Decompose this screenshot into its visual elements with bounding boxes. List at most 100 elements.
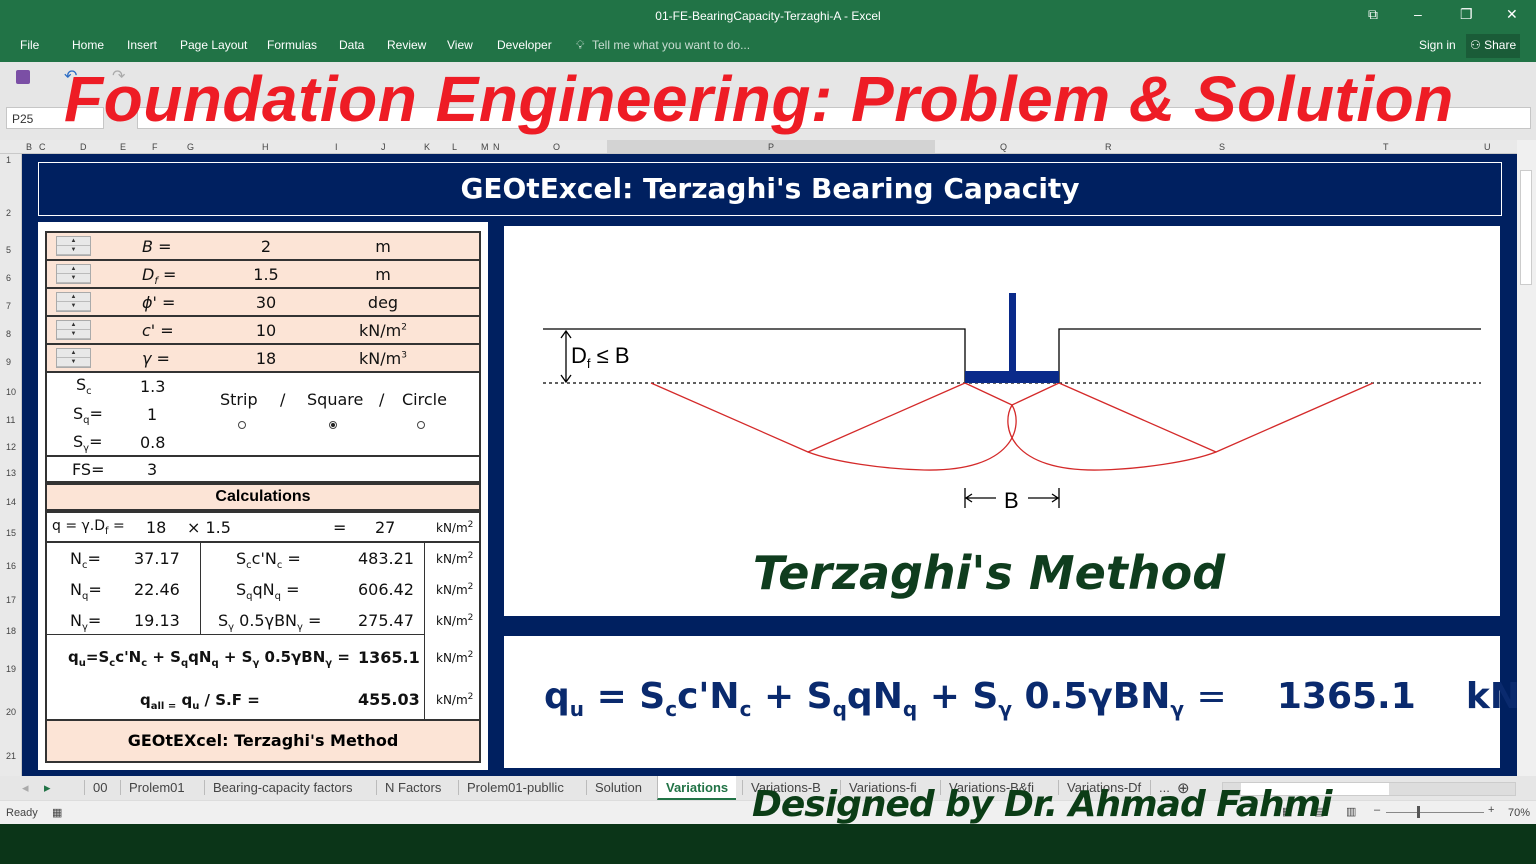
spin-up-icon[interactable]: ▲ (57, 349, 90, 358)
spin-down-icon[interactable]: ▼ (57, 274, 90, 283)
sign-in-link[interactable]: Sign in (1419, 38, 1456, 52)
tab-review[interactable]: Review (387, 38, 426, 52)
column-header[interactable]: B (26, 142, 32, 152)
column-header[interactable]: N (493, 142, 500, 152)
column-header[interactable]: G (187, 142, 194, 152)
column-header[interactable]: T (1383, 142, 1389, 152)
column-header[interactable]: J (381, 142, 386, 152)
spin-down-icon[interactable]: ▼ (57, 358, 90, 367)
row-header[interactable]: 21 (6, 751, 16, 761)
option-strip: Strip (220, 390, 258, 409)
row-header[interactable]: 12 (6, 442, 16, 452)
row-header[interactable]: 1 (6, 155, 11, 165)
column-header[interactable]: I (335, 142, 338, 152)
tab-insert[interactable]: Insert (127, 38, 157, 52)
fs-value[interactable]: 3 (147, 460, 157, 479)
spin-up-icon[interactable]: ▲ (57, 265, 90, 274)
close-button[interactable]: ✕ (1506, 6, 1518, 23)
maximize-button[interactable]: ❐ (1460, 6, 1473, 23)
column-header[interactable]: S (1219, 142, 1225, 152)
input-value[interactable]: 18 (238, 349, 294, 368)
spin-down-icon[interactable]: ▼ (57, 330, 90, 339)
radio-square[interactable] (329, 421, 337, 429)
row-header[interactable]: 14 (6, 497, 16, 507)
scroll-thumb[interactable] (1520, 170, 1532, 285)
row-header[interactable]: 20 (6, 707, 16, 717)
vertical-scrollbar[interactable] (1517, 140, 1536, 776)
zoom-level[interactable]: 70% (1508, 807, 1530, 819)
column-header[interactable]: L (452, 142, 457, 152)
sheet-tab[interactable]: Prolem01 (120, 780, 193, 795)
spin-button[interactable]: ▲ ▼ (56, 348, 91, 368)
tab-developer[interactable]: Developer (497, 38, 552, 52)
row-header[interactable]: 6 (6, 273, 11, 283)
share-button[interactable]: ⚇ Share (1466, 34, 1521, 58)
tab-scroll-right-icon[interactable]: ▸ (44, 780, 51, 796)
spin-up-icon[interactable]: ▲ (57, 321, 90, 330)
row-header[interactable]: 17 (6, 595, 16, 605)
spin-button[interactable]: ▲ ▼ (56, 320, 91, 340)
row-header[interactable]: 2 (6, 208, 11, 218)
column-header[interactable]: K (424, 142, 430, 152)
tab-home[interactable]: Home (72, 38, 104, 52)
column-header[interactable]: C (39, 142, 46, 152)
spin-up-icon[interactable]: ▲ (57, 293, 90, 302)
row-header[interactable]: 18 (6, 626, 16, 636)
zoom-out-button[interactable]: – (1374, 804, 1380, 816)
row-header[interactable]: 19 (6, 664, 16, 674)
tab-scroll-left-icon[interactable]: ◂ (22, 780, 29, 796)
column-header[interactable]: F (152, 142, 158, 152)
sheet-tab[interactable]: Variations (657, 776, 737, 800)
input-value[interactable]: 30 (238, 293, 294, 312)
spin-button[interactable]: ▲ ▼ (56, 236, 91, 256)
sheet-tab[interactable]: N Factors (376, 780, 449, 795)
row-header[interactable]: 10 (6, 387, 16, 397)
row-header[interactable]: 16 (6, 561, 16, 571)
zoom-slider[interactable] (1386, 812, 1484, 813)
zoom-slider-thumb[interactable] (1417, 806, 1420, 818)
column-header[interactable]: E (120, 142, 126, 152)
input-value[interactable]: 2 (238, 237, 294, 256)
macro-record-icon[interactable]: ▦ (52, 806, 62, 819)
tab-view[interactable]: View (447, 38, 473, 52)
column-header[interactable]: O (553, 142, 560, 152)
qu-result: 1365.1 (1276, 676, 1416, 717)
row-header[interactable]: 8 (6, 329, 11, 339)
column-header[interactable]: R (1105, 142, 1112, 152)
column-header[interactable]: D (80, 142, 87, 152)
column-header[interactable]: H (262, 142, 269, 152)
sheet-tab[interactable]: Solution (586, 780, 650, 795)
zoom-in-button[interactable]: + (1488, 804, 1494, 816)
column-header[interactable]: M (481, 142, 489, 152)
row-header[interactable]: 7 (6, 301, 11, 311)
minimize-button[interactable]: – (1414, 6, 1422, 22)
spin-button[interactable]: ▲ ▼ (56, 292, 91, 312)
tab-page-layout[interactable]: Page Layout (180, 38, 247, 52)
radio-circle[interactable] (417, 421, 425, 429)
spin-down-icon[interactable]: ▼ (57, 246, 90, 255)
tab-data[interactable]: Data (339, 38, 364, 52)
input-value[interactable]: 10 (238, 321, 294, 340)
column-header[interactable]: Q (1000, 142, 1007, 152)
spin-button[interactable]: ▲ ▼ (56, 264, 91, 284)
tab-file[interactable]: File (20, 38, 39, 52)
row-header[interactable]: 11 (6, 415, 15, 425)
radio-strip[interactable] (238, 421, 246, 429)
tell-me-search[interactable]: Tell me what you want to do... (592, 38, 750, 52)
row-header[interactable]: 5 (6, 245, 11, 255)
row-header[interactable]: 15 (6, 528, 16, 538)
sheet-tab[interactable]: Bearing-capacity factors (204, 780, 360, 795)
column-header[interactable]: U (1484, 142, 1491, 152)
input-value[interactable]: 1.5 (238, 265, 294, 284)
ribbon-display-icon[interactable]: ⧉ (1368, 6, 1378, 23)
page-break-view-icon[interactable]: ▥ (1346, 805, 1356, 818)
spin-up-icon[interactable]: ▲ (57, 237, 90, 246)
save-icon[interactable] (16, 70, 30, 84)
sheet-tab[interactable]: 00 (84, 780, 115, 795)
row-header[interactable]: 13 (6, 468, 16, 478)
sheet-tab[interactable]: Prolem01-publlic (458, 780, 572, 795)
row-header[interactable]: 9 (6, 357, 11, 367)
spin-down-icon[interactable]: ▼ (57, 302, 90, 311)
column-header[interactable]: P (607, 140, 935, 153)
tab-formulas[interactable]: Formulas (267, 38, 317, 52)
